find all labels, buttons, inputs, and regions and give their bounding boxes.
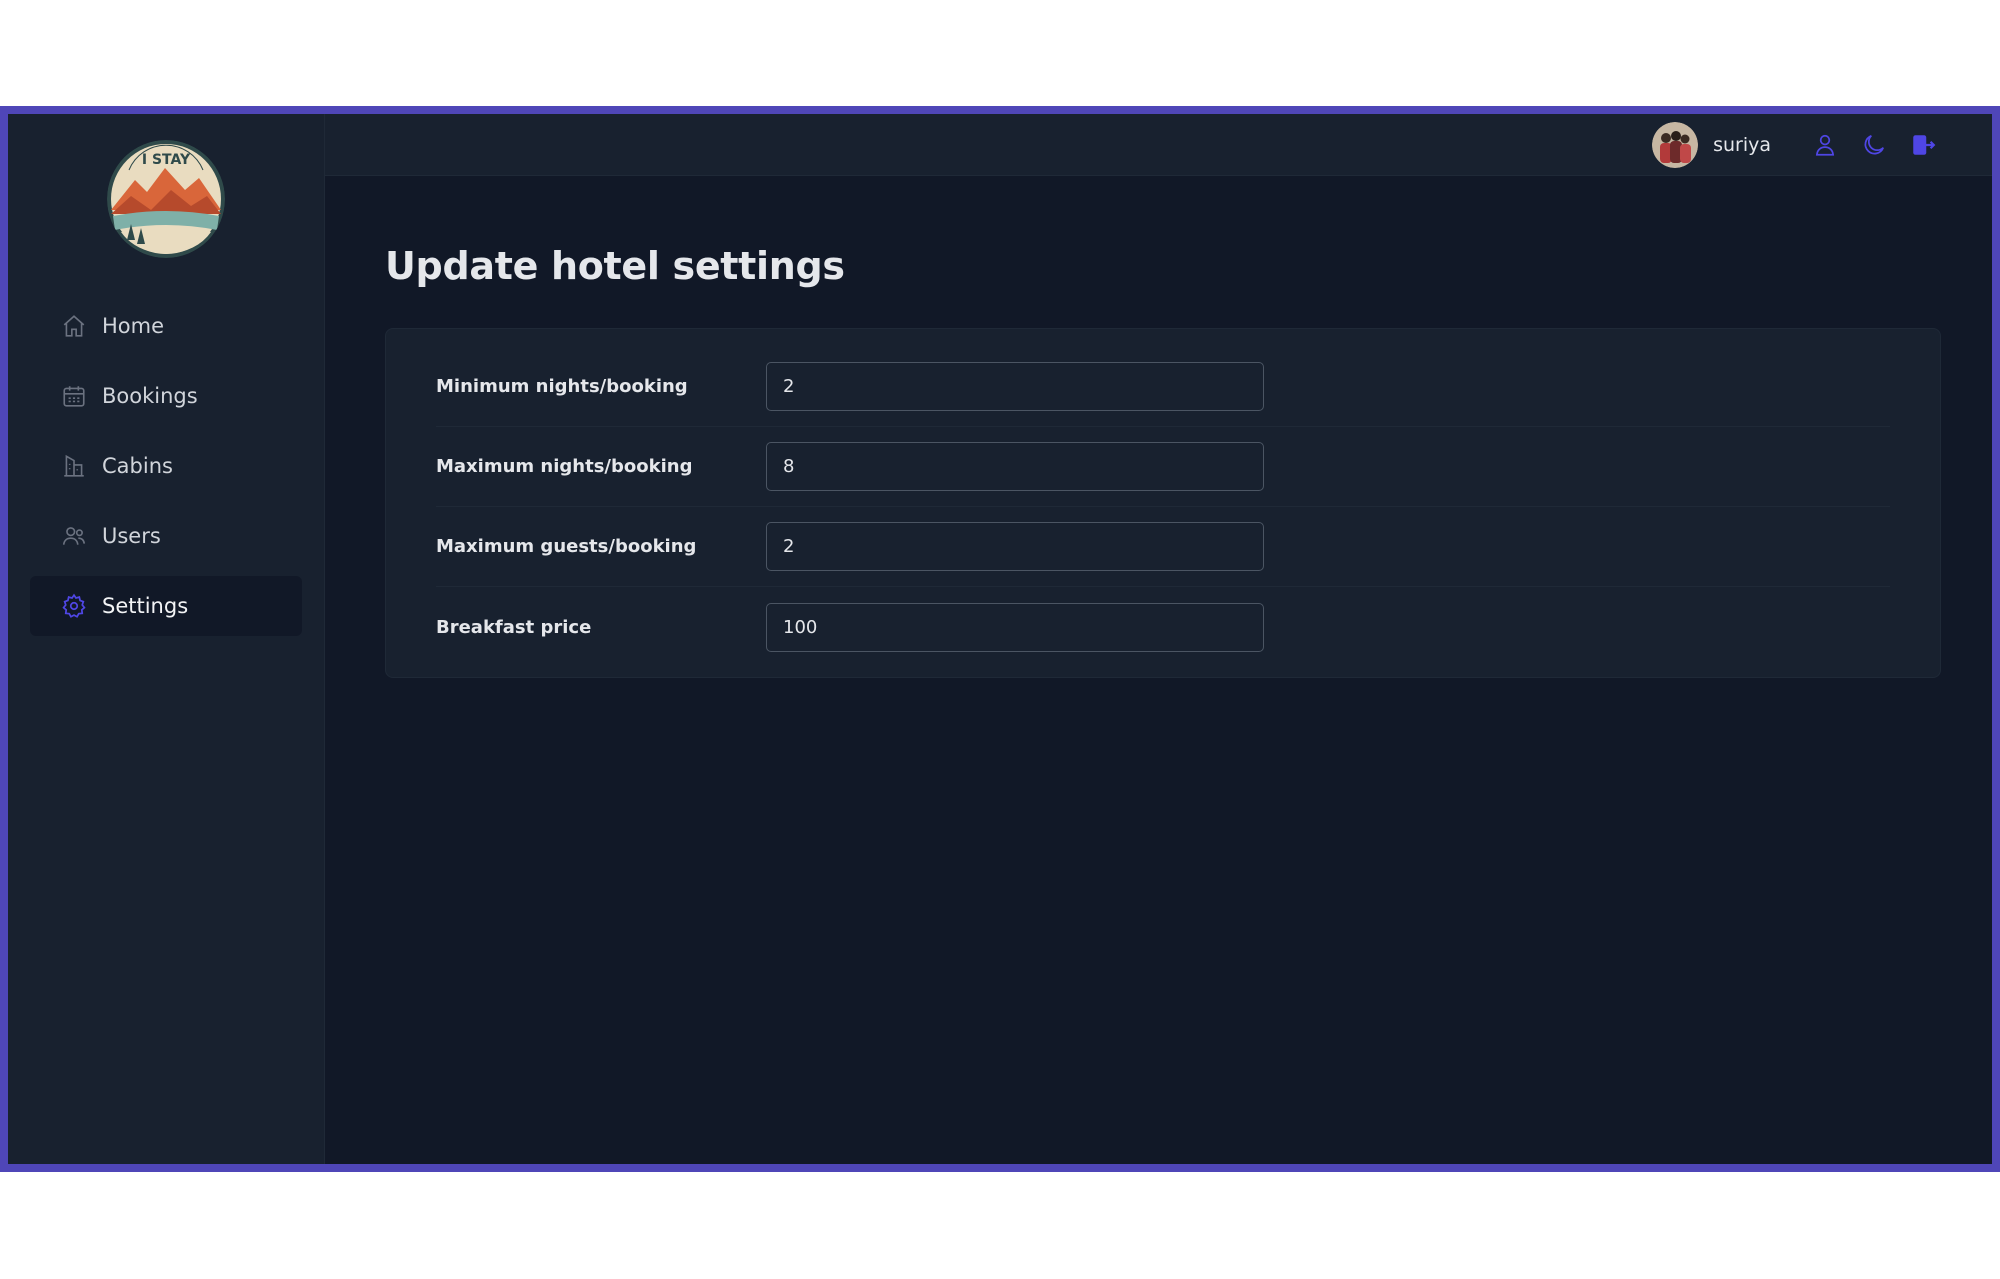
page-title: Update hotel settings <box>385 244 845 288</box>
settings-form: Minimum nights/booking Maximum nights/bo… <box>385 328 1941 678</box>
settings-content: Update hotel settings Minimum nights/boo… <box>325 176 1992 678</box>
main-area: suriya Update hotel settings Minimum nig… <box>325 114 1992 1164</box>
calendar-icon <box>60 382 88 410</box>
sidebar-item-label: Home <box>102 314 165 338</box>
sidebar-item-label: Bookings <box>102 384 198 408</box>
form-row-breakfast-price: Breakfast price <box>436 587 1890 667</box>
max-guests-input[interactable] <box>766 522 1264 571</box>
sidebar-item-users[interactable]: Users <box>30 506 302 566</box>
avatar[interactable] <box>1652 121 1699 168</box>
sidebar-item-settings[interactable]: Settings <box>30 576 302 636</box>
users-icon <box>60 522 88 550</box>
app-window: I STAY Home Bookings Cabins Users Settin… <box>8 114 1992 1164</box>
sidebar-item-home[interactable]: Home <box>30 296 302 356</box>
sidebar: I STAY Home Bookings Cabins Users Settin… <box>8 114 325 1164</box>
field-label: Breakfast price <box>436 616 592 638</box>
field-label: Maximum nights/booking <box>436 456 693 477</box>
sidebar-item-label: Settings <box>102 594 189 618</box>
field-label: Minimum nights/booking <box>436 376 688 397</box>
breakfast-price-input[interactable] <box>766 602 1264 652</box>
logo-text: I STAY <box>142 152 191 168</box>
sidebar-item-bookings[interactable]: Bookings <box>30 366 302 426</box>
building-icon <box>60 452 88 480</box>
min-nights-input[interactable] <box>766 362 1264 411</box>
form-row-max-nights: Maximum nights/booking <box>436 427 1890 507</box>
logout-icon[interactable] <box>1906 128 1940 162</box>
sidebar-item-label: Cabins <box>102 454 173 478</box>
form-row-min-nights: Minimum nights/booking <box>436 347 1890 427</box>
sidebar-nav: Home Bookings Cabins Users Settings <box>8 296 324 636</box>
sidebar-item-label: Users <box>102 524 161 548</box>
username: suriya <box>1713 133 1771 156</box>
app-frame: I STAY Home Bookings Cabins Users Settin… <box>0 106 2000 1172</box>
max-nights-input[interactable] <box>766 442 1264 491</box>
form-row-max-guests: Maximum guests/booking <box>436 507 1890 587</box>
moon-icon[interactable] <box>1857 128 1891 162</box>
field-label: Maximum guests/booking <box>436 536 697 557</box>
user-icon[interactable] <box>1808 128 1842 162</box>
gear-icon <box>60 592 88 620</box>
home-icon <box>60 312 88 340</box>
sidebar-item-cabins[interactable]: Cabins <box>30 436 302 496</box>
top-header: suriya <box>325 114 1992 176</box>
logo[interactable]: I STAY <box>107 140 225 258</box>
